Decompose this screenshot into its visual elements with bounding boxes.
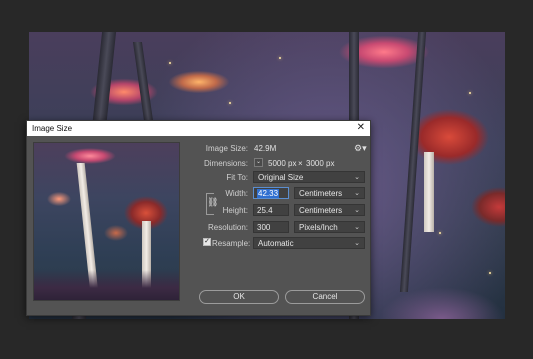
height-unit-value: Centimeters <box>299 206 343 215</box>
width-input[interactable]: 42.33 <box>253 187 289 199</box>
dialog-titlebar: Image Size ✕ <box>27 121 370 136</box>
chevron-down-icon: ⌄ <box>354 190 360 197</box>
sparkle <box>229 102 231 104</box>
dimensions-width-value: 5000 px <box>268 159 297 168</box>
height-label: Height: <box>222 206 248 215</box>
chevron-down-icon: ⌄ <box>354 174 360 181</box>
dimensions-unit-toggle[interactable]: ⌄ <box>254 158 263 167</box>
resolution-unit-select[interactable]: Pixels/Inch ⌄ <box>294 221 365 233</box>
sparkle <box>169 62 171 64</box>
chevron-down-icon: ⌄ <box>354 240 360 247</box>
sparkle <box>489 272 491 274</box>
sparkle <box>439 232 441 234</box>
sparkle <box>469 92 471 94</box>
height-value: 25.4 <box>257 206 273 215</box>
resample-value: Automatic <box>258 239 294 248</box>
glow <box>379 287 505 319</box>
resample-checkbox[interactable]: ✓ <box>203 238 211 246</box>
tree-trunk <box>399 32 427 292</box>
image-size-dialog: Image Size ✕ <box>26 120 371 316</box>
close-icon[interactable]: ✕ <box>357 122 365 133</box>
resample-select[interactable]: Automatic ⌄ <box>253 237 365 249</box>
resolution-label: Resolution: <box>207 223 248 232</box>
chevron-down-icon: ⌄ <box>354 224 360 231</box>
width-value: 42.33 <box>257 189 280 198</box>
height-unit-select[interactable]: Centimeters ⌄ <box>294 204 365 216</box>
resolution-input[interactable]: 300 <box>253 221 289 233</box>
resample-label: Resample: <box>212 239 251 248</box>
fit-to-select[interactable]: Original Size ⌄ <box>253 171 365 183</box>
height-input[interactable]: 25.4 <box>253 204 289 216</box>
width-label: Width: <box>225 189 248 198</box>
fit-to-label: Fit To: <box>226 173 248 182</box>
resolution-unit-value: Pixels/Inch <box>299 223 338 232</box>
width-unit-select[interactable]: Centimeters ⌄ <box>294 187 365 199</box>
image-size-label: Image Size: <box>205 144 248 153</box>
fit-to-value: Original Size <box>258 173 304 182</box>
cancel-button[interactable]: Cancel <box>285 290 365 304</box>
resolution-value: 300 <box>257 223 271 232</box>
dimensions-separator: × <box>298 159 303 168</box>
dimensions-height-value: 3000 px <box>306 159 335 168</box>
dimensions-label: Dimensions: <box>203 159 248 168</box>
preview-ground <box>34 270 179 300</box>
chevron-down-icon: ⌄ <box>354 207 360 214</box>
image-preview[interactable] <box>33 142 180 301</box>
width-unit-value: Centimeters <box>299 189 343 198</box>
gear-icon[interactable]: ⚙▾ <box>354 143 367 154</box>
dialog-title: Image Size <box>32 124 73 133</box>
mushroom-stem <box>424 152 434 232</box>
sparkle <box>279 57 281 59</box>
image-size-value: 42.9M <box>254 144 277 153</box>
ok-button[interactable]: OK <box>199 290 279 304</box>
